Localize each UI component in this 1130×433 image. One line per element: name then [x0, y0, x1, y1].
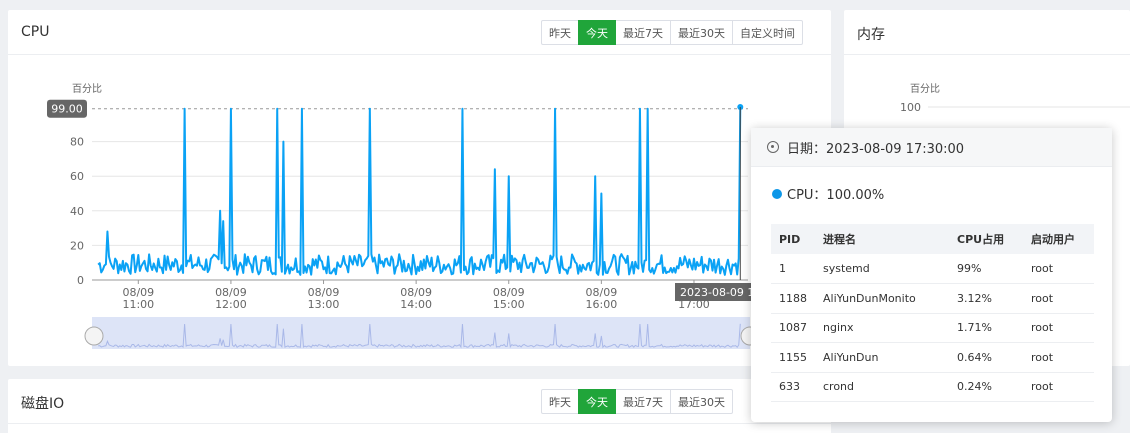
- process-user: root: [1023, 313, 1094, 343]
- process-pid: 1: [771, 254, 815, 284]
- process-cpu: 1.71%: [949, 313, 1023, 343]
- disk-io-panel-header: 磁盘IO 昨天 今天 最近7天 最近30天: [8, 379, 831, 424]
- tooltip-series-value: CPU：100.00%: [787, 188, 885, 203]
- process-user: root: [1023, 342, 1094, 373]
- tooltip-date: 日期：2023-08-09 17:30:00: [787, 141, 965, 157]
- cpu-series-line: [97, 106, 742, 276]
- process-table: PID 进程名 CPU占用 启动用户 1 systemd 99% root 1188 Al…: [771, 224, 1094, 402]
- col-user: 启动用户: [1023, 224, 1094, 254]
- process-user: root: [1023, 283, 1094, 314]
- disk-io-range-selector: 昨天 今天 最近7天 最近30天: [541, 389, 733, 414]
- cpu-y-tick-label: 80: [70, 136, 84, 149]
- process-name: crond: [815, 372, 949, 402]
- clock-icon: [767, 141, 779, 153]
- process-row: 1 systemd 99% root: [771, 254, 1094, 284]
- disk-range-button-3[interactable]: 最近30天: [670, 389, 733, 414]
- col-cpu-usage: CPU占用: [949, 224, 1023, 254]
- cpu-y-tick-label: 0: [77, 274, 84, 287]
- series-dot-icon: [772, 188, 782, 199]
- tooltip-header: 日期：2023-08-09 17:30:00: [751, 128, 1112, 167]
- process-cpu: 99%: [949, 254, 1023, 284]
- cpu-panel: CPU 昨天 今天 最近7天 最近30天 自定义时间 百分比 0 20 40 60 80 08/09…: [8, 10, 831, 366]
- process-row: 633 crond 0.24% root: [771, 372, 1094, 402]
- cpu-x-tick-label: 15:00: [493, 298, 525, 311]
- cpu-zoom-handle-left[interactable]: [84, 326, 104, 346]
- process-row: 1155 AliYunDun 0.64% root: [771, 342, 1094, 373]
- cpu-axis-name: 百分比: [72, 83, 102, 95]
- cpu-range-button-1[interactable]: 今天: [578, 20, 616, 45]
- cpu-x-tick-label: 14:00: [400, 298, 432, 311]
- process-name: AliYunDunMonito: [815, 283, 949, 314]
- cpu-x-tick-label: 12:00: [215, 298, 247, 311]
- process-name: systemd: [815, 254, 949, 284]
- process-pid: 1188: [771, 283, 815, 314]
- cpu-line-chart[interactable]: 百分比02040608008/0911:0008/0912:0008/0913:…: [8, 10, 831, 366]
- process-name: nginx: [815, 313, 949, 343]
- tooltip-series: CPU：100.00%: [772, 184, 884, 203]
- cpu-x-tick-label: 13:00: [308, 298, 340, 311]
- process-pid: 1087: [771, 313, 815, 343]
- process-cpu: 3.12%: [949, 283, 1023, 314]
- process-pid: 1155: [771, 342, 815, 373]
- process-row: 1188 AliYunDunMonito 3.12% root: [771, 283, 1094, 314]
- disk-range-button-0[interactable]: 昨天: [541, 389, 579, 414]
- process-table-header: PID 进程名 CPU占用 启动用户: [771, 224, 1094, 254]
- cpu-y-tick-label: 60: [70, 170, 84, 183]
- memory-axis-name: 百分比: [910, 83, 940, 95]
- cpu-mark-line-label: 99.00: [51, 103, 83, 116]
- disk-range-button-1[interactable]: 今天: [578, 389, 616, 414]
- process-user: root: [1023, 372, 1094, 402]
- col-process-name: 进程名: [815, 224, 949, 254]
- process-user: root: [1023, 254, 1094, 284]
- memory-y-max-label: 100: [900, 101, 921, 114]
- col-pid: PID: [771, 224, 815, 254]
- disk-io-panel: 磁盘IO 昨天 今天 最近7天 最近30天: [8, 379, 831, 433]
- disk-range-button-2[interactable]: 最近7天: [615, 389, 671, 414]
- process-pid: 633: [771, 372, 815, 402]
- process-cpu: 0.64%: [949, 342, 1023, 373]
- cpu-x-tick-label: 11:00: [122, 298, 154, 311]
- process-cpu: 0.24%: [949, 372, 1023, 402]
- cpu-x-tick-label: 16:00: [586, 298, 618, 311]
- chart-tooltip: 日期：2023-08-09 17:30:00 CPU：100.00% PID 进…: [751, 128, 1112, 422]
- cpu-y-tick-label: 20: [70, 239, 84, 252]
- cpu-y-tick-label: 40: [70, 205, 84, 218]
- process-name: AliYunDun: [815, 342, 949, 373]
- disk-io-panel-title: 磁盘IO: [21, 396, 65, 412]
- process-row: 1087 nginx 1.71% root: [771, 313, 1094, 343]
